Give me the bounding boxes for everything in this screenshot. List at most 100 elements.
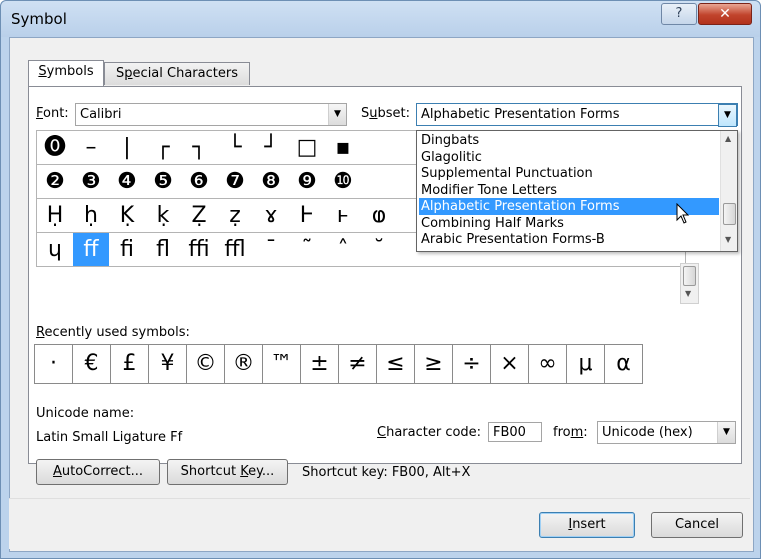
subset-label: Subset:	[361, 106, 411, 121]
symbol-cell[interactable]: Ḳ	[109, 199, 146, 233]
unicode-name-value: Latin Small Ligature Ff	[36, 430, 183, 445]
insert-button[interactable]: Insert	[539, 512, 635, 538]
font-value: Calibri	[80, 107, 122, 122]
symbol-cell[interactable]	[361, 165, 398, 199]
symbol-cell[interactable]: ❸	[73, 165, 110, 199]
symbol-cell[interactable]: |	[109, 131, 146, 165]
character-code-label: Character code:	[377, 425, 482, 440]
symbol-cell[interactable]: ❷	[37, 165, 74, 199]
recent-symbols-grid[interactable]: · € £ ¥ © ® ™ ± ≠ ≤ ≥ ÷ × ∞ μ α	[34, 344, 643, 384]
recent-symbol-cell[interactable]: ·	[35, 345, 73, 384]
recent-symbol-cell[interactable]: ÷	[453, 345, 491, 384]
scroll-down-arrow-icon[interactable]: ▼	[685, 289, 691, 298]
dropdown-scrollbar[interactable]: ▲ ▼	[720, 131, 737, 251]
symbol-cell[interactable]: ❹	[109, 165, 146, 199]
symbol-grid-scrollbar[interactable]: ▼	[680, 263, 699, 304]
symbol-cell[interactable]: ḥ	[73, 199, 110, 233]
symbol-cell[interactable]: ﬀ	[73, 233, 110, 267]
recent-symbol-cell[interactable]: ™	[263, 345, 301, 384]
mouse-pointer-icon	[676, 203, 690, 224]
shortcut-key-button[interactable]: Shortcut Key...	[167, 459, 288, 485]
symbol-cell[interactable]: └	[217, 131, 254, 165]
from-combobox[interactable]: Unicode (hex) ▼	[597, 421, 736, 444]
cancel-button[interactable]: Cancel	[651, 512, 743, 538]
symbol-cell[interactable]: ˜	[289, 233, 326, 267]
symbol-cell[interactable]: Ⱶ	[289, 199, 326, 233]
symbol-cell[interactable]: ɥ	[37, 233, 74, 267]
chevron-down-icon[interactable]: ▼	[718, 104, 737, 127]
symbol-cell[interactable]: Ẓ	[181, 199, 218, 233]
recent-symbol-cell[interactable]: μ	[567, 345, 605, 384]
symbol-cell[interactable]: ﬁ	[109, 233, 146, 267]
symbol-cell[interactable]	[361, 131, 398, 165]
symbol-cell[interactable]: ┐	[181, 131, 218, 165]
autocorrect-button[interactable]: AutoCorrect...	[36, 459, 160, 485]
subset-dropdown-list[interactable]: Arabic Presentation Forms-B Combining Hal…	[416, 130, 738, 252]
symbol-cell[interactable]: ˄	[325, 233, 362, 267]
symbol-cell[interactable]: ﬂ	[145, 233, 182, 267]
recent-symbol-cell[interactable]: ¥	[149, 345, 187, 384]
symbol-cell[interactable]: ﬃ	[181, 233, 218, 267]
subset-option[interactable]: Supplemental Punctuation	[419, 165, 719, 182]
subset-option[interactable]: Alphabetic Presentation Forms	[419, 198, 719, 215]
recent-symbol-cell[interactable]: ≥	[415, 345, 453, 384]
recent-symbol-cell[interactable]: ×	[491, 345, 529, 384]
symbol-cell[interactable]: ❽	[253, 165, 290, 199]
recent-symbol-cell[interactable]: ≠	[339, 345, 377, 384]
subset-option[interactable]: Dingbats	[419, 132, 719, 149]
recent-symbol-cell[interactable]: ≤	[377, 345, 415, 384]
tab-special-characters[interactable]: Special Characters	[104, 62, 250, 85]
recent-symbols-label: Recently used symbols:	[36, 325, 190, 340]
recent-symbol-cell[interactable]: ∞	[529, 345, 567, 384]
symbol-cell[interactable]: ˉ	[253, 233, 290, 267]
symbol-cell[interactable]: ɤ	[253, 199, 290, 233]
symbol-cell[interactable]: ❻	[181, 165, 218, 199]
subset-option[interactable]: Modifier Tone Letters	[419, 182, 719, 199]
symbol-cell[interactable]: ẓ	[217, 199, 254, 233]
help-button[interactable]: ?	[661, 3, 697, 25]
symbol-cell[interactable]: ˘	[361, 233, 398, 267]
symbol-cell[interactable]: ⓿	[37, 131, 74, 165]
font-combobox[interactable]: Calibri ▼	[75, 103, 347, 126]
symbol-cell[interactable]: ▪	[325, 131, 362, 165]
symbol-cell[interactable]: ❺	[145, 165, 182, 199]
subset-combobox[interactable]: Alphabetic Presentation Forms ▼	[416, 103, 738, 127]
character-code-input[interactable]: FB00	[488, 422, 542, 442]
symbol-cell[interactable]: □	[289, 131, 326, 165]
scroll-up-arrow-icon[interactable]: ▲	[725, 134, 731, 143]
title-bar[interactable]: Symbol ? ✕	[1, 1, 760, 37]
footer-bar	[9, 498, 750, 549]
chevron-down-icon[interactable]: ▼	[328, 104, 346, 125]
recent-symbol-cell[interactable]: €	[73, 345, 111, 384]
dropdown-scroll-thumb[interactable]	[723, 203, 736, 225]
from-value: Unicode (hex)	[602, 425, 693, 440]
recent-symbol-cell[interactable]: ±	[301, 345, 339, 384]
subset-option[interactable]: Arabic Presentation Forms-B	[419, 231, 719, 248]
subset-value: Alphabetic Presentation Forms	[421, 107, 620, 122]
symbol-cell[interactable]: ḳ	[145, 199, 182, 233]
symbol-cell[interactable]: –	[73, 131, 110, 165]
symbol-cell[interactable]: ❾	[289, 165, 326, 199]
symbol-cell[interactable]: ﬄ	[217, 233, 254, 267]
recent-symbol-cell[interactable]: ©	[187, 345, 225, 384]
scroll-down-arrow-icon[interactable]: ▼	[725, 235, 731, 244]
symbol-cell[interactable]: ❿	[325, 165, 362, 199]
symbol-cell[interactable]: ❼	[217, 165, 254, 199]
subset-option[interactable]: Combining Half Marks	[419, 215, 719, 232]
subset-option[interactable]: Glagolitic	[419, 149, 719, 166]
window-title: Symbol	[11, 10, 67, 28]
symbol-cell[interactable]: ┌	[145, 131, 182, 165]
recent-symbol-cell[interactable]: £	[111, 345, 149, 384]
recent-symbol-cell[interactable]: α	[605, 345, 643, 384]
symbol-cell[interactable]: Ḥ	[37, 199, 74, 233]
close-button[interactable]: ✕	[698, 3, 752, 25]
recent-symbol-cell[interactable]: ®	[225, 345, 263, 384]
tab-special-label: ecial Characters	[132, 66, 238, 81]
scrollbar-thumb[interactable]	[683, 266, 696, 286]
symbol-cell[interactable]: ┘	[253, 131, 290, 165]
from-label: from:	[553, 425, 588, 440]
tab-symbols[interactable]: Symbols	[28, 60, 104, 86]
chevron-down-icon[interactable]: ▼	[717, 422, 735, 443]
symbol-cell[interactable]: ⱶ	[325, 199, 362, 233]
symbol-cell[interactable]: ⱷ	[361, 199, 398, 233]
